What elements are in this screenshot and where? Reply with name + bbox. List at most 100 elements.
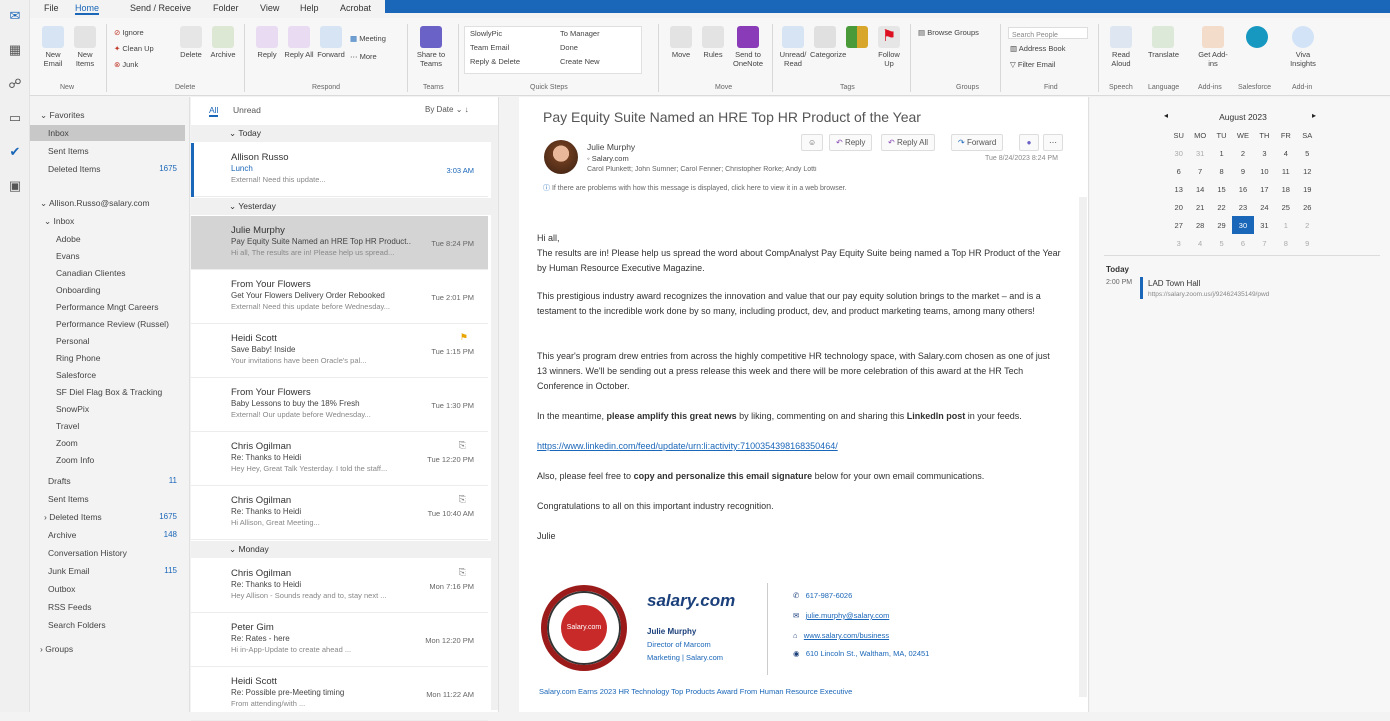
- calendar-day[interactable]: 23: [1232, 198, 1253, 216]
- calendar-day[interactable]: 9: [1232, 162, 1253, 180]
- folder-personal[interactable]: Personal: [30, 333, 185, 349]
- folder-sent-favorite[interactable]: Sent Items: [30, 143, 185, 159]
- info-bar[interactable]: ⓘ If there are problems with how this me…: [543, 183, 846, 193]
- sig-footer-link[interactable]: Salary.com Earns 2023 HR Technology Top …: [539, 687, 852, 696]
- categorize-color-button[interactable]: [842, 26, 872, 50]
- unread-read-button[interactable]: Unread/ Read: [778, 26, 808, 68]
- folder-archive[interactable]: Archive 148: [30, 527, 185, 543]
- calendar-day[interactable]: 17: [1254, 180, 1275, 198]
- reply-all-button[interactable]: Reply All: [284, 26, 314, 59]
- viva-insights-button[interactable]: Viva Insights: [1288, 26, 1318, 68]
- folder-performance-mngt[interactable]: Performance Mngt Careers: [30, 299, 185, 315]
- archive-button[interactable]: Archive: [208, 26, 238, 59]
- calendar-day[interactable]: 22: [1211, 198, 1232, 216]
- calendar-day[interactable]: 1: [1275, 216, 1296, 234]
- filter-all-tab[interactable]: All: [209, 105, 219, 117]
- delete-button[interactable]: Delete: [176, 26, 206, 59]
- calendar-day[interactable]: 31: [1189, 144, 1210, 162]
- folder-deleted-favorite[interactable]: Deleted Items 1675: [30, 161, 185, 177]
- quick-step-4[interactable]: To Manager: [560, 29, 600, 38]
- calendar-day[interactable]: 28: [1189, 216, 1210, 234]
- tab-send-receive[interactable]: Send / Receive: [130, 3, 191, 13]
- quick-step-6[interactable]: Create New: [560, 57, 600, 66]
- folder-drafts[interactable]: Drafts 11: [30, 473, 185, 489]
- junk-button[interactable]: ⊗ Junk: [114, 60, 138, 69]
- favorites-header[interactable]: ⌄ Favorites: [30, 107, 185, 123]
- calendar-day[interactable]: 14: [1189, 180, 1210, 198]
- group-header-monday[interactable]: ⌄ Monday: [191, 541, 491, 558]
- rules-button[interactable]: Rules: [698, 26, 728, 59]
- groups-header[interactable]: › Groups: [30, 641, 185, 657]
- calendar-day[interactable]: 18: [1275, 180, 1296, 198]
- group-header-yesterday[interactable]: ⌄ Yesterday: [191, 198, 491, 215]
- folder-zoom[interactable]: Zoom: [30, 435, 185, 451]
- calendar-day[interactable]: 3: [1254, 144, 1275, 162]
- reading-scrollbar[interactable]: [1079, 197, 1087, 697]
- calendar-day[interactable]: 9: [1297, 234, 1318, 252]
- folder-snowpix[interactable]: SnowPix: [30, 401, 185, 417]
- calendar-day[interactable]: 5: [1297, 144, 1318, 162]
- folder-performance-review[interactable]: Performance Review (Russel): [30, 316, 185, 332]
- tab-view[interactable]: View: [260, 3, 279, 13]
- clean-up-button[interactable]: ✦ Clean Up: [114, 44, 154, 53]
- tab-folder[interactable]: Folder: [213, 3, 239, 13]
- account-header[interactable]: ⌄ Allison.Russo@salary.com: [30, 195, 185, 211]
- send-to-onenote-button[interactable]: Send to OneNote: [730, 26, 766, 68]
- folder-canadian[interactable]: Canadian Clientes: [30, 265, 185, 281]
- more-actions-button[interactable]: ⋯: [1043, 134, 1063, 151]
- calendar-day[interactable]: 10: [1254, 162, 1275, 180]
- calendar-day[interactable]: 30: [1168, 144, 1189, 162]
- tab-file[interactable]: File: [44, 3, 59, 13]
- message-item[interactable]: From Your Flowers Get Your Flowers Deliv…: [191, 270, 488, 324]
- calendar-day[interactable]: 25: [1275, 198, 1296, 216]
- message-item[interactable]: Allison Russo Lunch External! Need this …: [191, 143, 488, 197]
- filter-unread-tab[interactable]: Unread: [233, 105, 261, 115]
- forward-button[interactable]: Forward: [316, 26, 346, 59]
- teams-action-button[interactable]: ●: [1019, 134, 1039, 151]
- message-item[interactable]: From Your Flowers Baby Lessons to buy th…: [191, 378, 488, 432]
- address-book-button[interactable]: ▥ Address Book: [1010, 44, 1065, 53]
- tab-home[interactable]: Home: [75, 3, 100, 15]
- browse-groups-button[interactable]: ▤ Browse Groups: [918, 28, 979, 37]
- folder-inbox[interactable]: ⌄ Inbox: [30, 213, 185, 229]
- calendar-icon[interactable]: ▦: [5, 40, 25, 60]
- folder-adobe[interactable]: Adobe: [30, 231, 185, 247]
- quick-step-1[interactable]: SlowlyPic: [470, 29, 502, 38]
- agenda-event-title[interactable]: LAD Town Hall: [1148, 279, 1200, 288]
- search-people-box[interactable]: Search People: [1008, 27, 1088, 39]
- calendar-day[interactable]: 31: [1254, 216, 1275, 234]
- message-item[interactable]: Chris Ogilman Re: Thanks to Heidi Hey Al…: [191, 559, 488, 613]
- calendar-day-today[interactable]: 30: [1232, 216, 1254, 234]
- quick-step-2[interactable]: Team Email: [470, 43, 509, 52]
- people-icon[interactable]: ☍: [5, 74, 25, 94]
- message-item[interactable]: Julie Murphy Pay Equity Suite Named an H…: [191, 216, 488, 270]
- mail-icon[interactable]: ✉: [5, 6, 25, 26]
- quick-step-3[interactable]: Reply & Delete: [470, 57, 520, 66]
- message-item[interactable]: Heidi Scott Re: Possible pre-Meeting tim…: [191, 667, 488, 721]
- folder-junk[interactable]: Junk Email 115: [30, 563, 185, 579]
- group-header-today[interactable]: ⌄ Today: [191, 125, 491, 142]
- linkedin-link[interactable]: https://www.linkedin.com/feed/update/urn…: [537, 441, 838, 451]
- notes-icon[interactable]: ▭: [5, 108, 25, 128]
- tab-help[interactable]: Help: [300, 3, 319, 13]
- move-button[interactable]: Move: [666, 26, 696, 59]
- read-aloud-button[interactable]: Read Aloud: [1106, 26, 1136, 68]
- calendar-day[interactable]: 4: [1275, 144, 1296, 162]
- folder-inbox-favorite[interactable]: Inbox: [30, 125, 185, 141]
- sort-dropdown[interactable]: By Date ⌄ ↓: [425, 105, 469, 114]
- folder-onboarding[interactable]: Onboarding: [30, 282, 185, 298]
- message-item[interactable]: Chris Ogilman Re: Thanks to Heidi Hi All…: [191, 486, 488, 540]
- calendar-day[interactable]: 16: [1232, 180, 1253, 198]
- calendar-day[interactable]: 7: [1189, 162, 1210, 180]
- message-item[interactable]: Peter Gim Re: Rates - here Hi in-App-Upd…: [191, 613, 488, 667]
- sig-web-link[interactable]: www.salary.com/business: [804, 631, 889, 640]
- calendar-day[interactable]: 13: [1168, 180, 1189, 198]
- calendar-day[interactable]: 20: [1168, 198, 1189, 216]
- share-to-teams-button[interactable]: Share to Teams: [416, 26, 446, 68]
- calendar-day[interactable]: 6: [1232, 234, 1253, 252]
- calendar-day[interactable]: 19: [1297, 180, 1318, 198]
- calendar-day[interactable]: 15: [1211, 180, 1232, 198]
- tab-acrobat[interactable]: Acrobat: [340, 3, 371, 13]
- forward-action-button[interactable]: ↷ Forward: [951, 134, 1004, 151]
- reply-action-button[interactable]: ↶ Reply: [829, 134, 873, 151]
